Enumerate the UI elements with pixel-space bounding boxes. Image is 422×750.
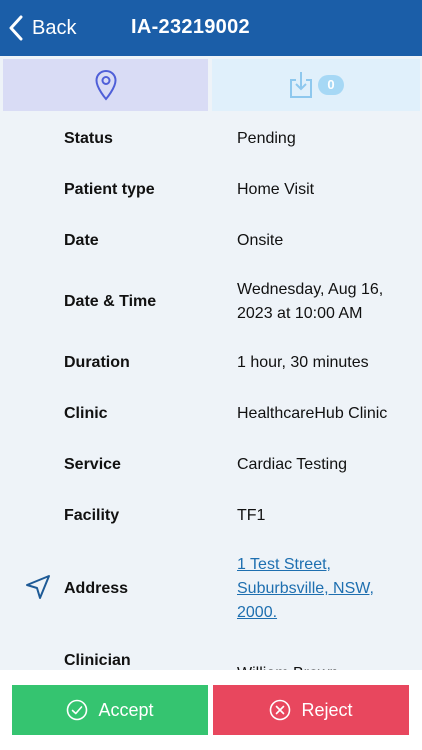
detail-value: Cardiac Testing xyxy=(237,456,347,473)
appointment-details: Status Pending Patient type Home Visit D… xyxy=(0,112,422,670)
tab-bar: 0 xyxy=(0,56,422,112)
location-pin-icon xyxy=(94,69,117,101)
detail-label: Date & Time xyxy=(64,293,157,310)
detail-value: Onsite xyxy=(237,232,284,249)
detail-label: Service xyxy=(64,456,121,473)
detail-label: Duration xyxy=(64,354,130,371)
detail-label: Status xyxy=(64,130,113,147)
detail-label: Facility xyxy=(64,507,120,524)
check-circle-icon xyxy=(67,699,88,721)
detail-label: Clinic xyxy=(64,405,108,422)
download-icon xyxy=(290,72,312,98)
chevron-left-icon xyxy=(9,15,23,41)
detail-value: Pending xyxy=(237,130,296,147)
reject-label: Reject xyxy=(301,699,353,720)
page-title: IA-23219002 xyxy=(131,16,250,38)
accept-label: Accept xyxy=(98,699,154,720)
tab-download[interactable]: 0 xyxy=(212,59,420,111)
detail-label: Patient type xyxy=(64,181,155,198)
detail-value: TF1 xyxy=(237,507,266,524)
detail-label: Address xyxy=(64,580,129,597)
reject-button[interactable]: Reject xyxy=(213,685,409,735)
detail-label: Date xyxy=(64,232,99,249)
tab-location[interactable] xyxy=(3,59,208,111)
nav-bar: Back IA-23219002 xyxy=(0,0,422,56)
close-circle-icon xyxy=(270,699,291,721)
back-button[interactable]: Back xyxy=(8,12,76,44)
detail-value: Home Visit xyxy=(237,181,315,198)
detail-label: Clinician xyxy=(64,652,131,669)
download-count-badge: 0 xyxy=(318,75,344,95)
address-link[interactable]: 1 Test Street, Suburbsville, NSW, 2000. xyxy=(237,553,387,625)
detail-value: HealthcareHub Clinic xyxy=(237,405,388,422)
back-label: Back xyxy=(32,16,77,39)
navigation-arrow-icon[interactable] xyxy=(24,573,52,601)
accept-button[interactable]: Accept xyxy=(12,685,208,735)
detail-value: William Brown xyxy=(237,662,407,670)
detail-value: 1 hour, 30 minutes xyxy=(237,354,369,371)
action-footer: Accept Reject xyxy=(0,670,422,750)
detail-value: Wednesday, Aug 16, 2023 at 10:00 AM xyxy=(237,281,384,322)
